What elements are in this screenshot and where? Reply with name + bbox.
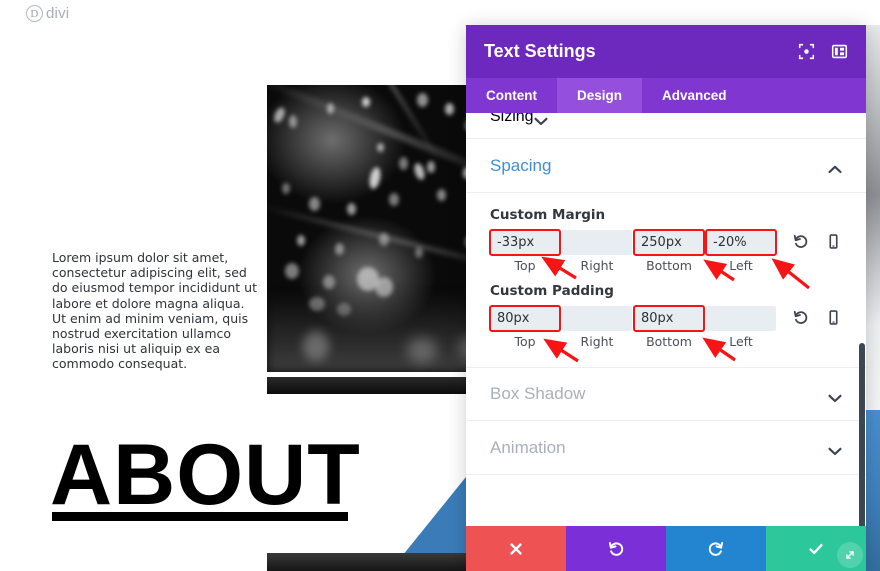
divi-logo-text: divi xyxy=(46,5,70,22)
right-edge-photo xyxy=(866,25,880,410)
section-animation-label: Animation xyxy=(490,437,566,457)
section-spacing-label: Spacing xyxy=(490,155,552,175)
chevron-down-icon xyxy=(534,113,548,125)
margin-bottom-sublabel: Bottom xyxy=(646,258,692,273)
padding-mobile-icon[interactable] xyxy=(825,309,842,326)
margin-bottom-cell: 250px Bottom xyxy=(633,229,705,273)
resize-diagonal-icon xyxy=(846,551,854,559)
hero-photo xyxy=(267,85,499,372)
section-spacing-header[interactable]: Spacing xyxy=(466,139,866,193)
margin-tools xyxy=(792,230,842,250)
redo-button[interactable] xyxy=(666,526,766,571)
cancel-button[interactable] xyxy=(466,526,566,571)
chevron-down-icon xyxy=(828,390,842,402)
padding-bottom-sublabel: Bottom xyxy=(646,334,692,349)
margin-left-input[interactable]: -20% xyxy=(705,229,777,256)
divi-logo: D divi xyxy=(26,5,69,22)
padding-top-sublabel: Top xyxy=(514,334,536,349)
right-edge-blue xyxy=(866,410,880,571)
chevron-down-icon xyxy=(828,443,842,456)
undo-button[interactable] xyxy=(566,526,666,571)
modal-scroll-area: Sizing Spacing Custom Margin -33px Top R… xyxy=(466,113,866,526)
section-box-shadow[interactable]: Box Shadow xyxy=(466,367,866,421)
resize-handle[interactable] xyxy=(837,542,863,568)
margin-reset-icon[interactable] xyxy=(792,233,809,250)
padding-bottom-input[interactable]: 80px xyxy=(633,305,705,332)
text-settings-modal: Text Settings Content Design Advanced Si… xyxy=(466,25,866,571)
chevron-up-icon xyxy=(828,161,842,174)
redo-icon xyxy=(708,541,724,556)
padding-top-input[interactable]: 80px xyxy=(489,305,561,332)
margin-bottom-input[interactable]: 250px xyxy=(633,229,705,256)
heading-underline xyxy=(52,512,348,521)
padding-right-cell: Right xyxy=(562,306,632,349)
custom-padding-label: Custom Padding xyxy=(490,283,614,299)
padding-bottom-cell: 80px Bottom xyxy=(633,305,705,349)
undo-icon xyxy=(608,541,624,556)
margin-right-cell: Right xyxy=(562,230,632,273)
modal-title: Text Settings xyxy=(484,41,596,61)
margin-left-sublabel: Left xyxy=(729,258,753,273)
divi-logo-mark: D xyxy=(26,5,43,22)
check-icon xyxy=(809,543,823,554)
page-heading: ABOUT xyxy=(50,427,361,523)
margin-right-sublabel: Right xyxy=(580,258,614,273)
hero-photo-strip xyxy=(267,377,499,394)
padding-left-sublabel: Left xyxy=(729,334,753,349)
section-sizing-label: Sizing xyxy=(490,113,534,125)
padding-left-cell: Left xyxy=(706,306,776,349)
fullscreen-icon[interactable] xyxy=(798,43,815,60)
modal-header-icons xyxy=(798,43,848,60)
tab-design[interactable]: Design xyxy=(557,78,643,113)
margin-top-sublabel: Top xyxy=(514,258,536,273)
custom-margin-group: -33px Top Right 250px Bottom -20% Left xyxy=(489,229,842,273)
margin-top-cell: -33px Top xyxy=(489,229,561,273)
padding-tools xyxy=(792,306,842,326)
close-icon xyxy=(510,542,522,555)
modal-footer xyxy=(466,526,866,571)
padding-top-cell: 80px Top xyxy=(489,305,561,349)
tab-advanced[interactable]: Advanced xyxy=(642,78,747,113)
tab-content[interactable]: Content xyxy=(466,78,557,113)
spacing-body: Custom Margin -33px Top Right 250px Bott… xyxy=(466,193,866,367)
section-box-shadow-label: Box Shadow xyxy=(490,384,586,403)
padding-right-input[interactable] xyxy=(562,306,632,331)
layout-columns-icon[interactable] xyxy=(831,43,848,60)
margin-right-input[interactable] xyxy=(562,230,632,255)
margin-top-input[interactable]: -33px xyxy=(489,229,561,256)
margin-mobile-icon[interactable] xyxy=(825,233,842,250)
modal-scrollbar[interactable] xyxy=(859,343,865,526)
padding-reset-icon[interactable] xyxy=(792,309,809,326)
section-animation[interactable]: Animation xyxy=(466,421,866,475)
padding-right-sublabel: Right xyxy=(580,334,614,349)
custom-margin-label: Custom Margin xyxy=(490,207,606,223)
custom-padding-group: 80px Top Right 80px Bottom Left xyxy=(489,305,842,349)
modal-header: Text Settings xyxy=(466,25,866,78)
modal-tabbar: Content Design Advanced xyxy=(466,78,866,113)
body-paragraph: Lorem ipsum dolor sit amet, consectetur … xyxy=(52,250,257,372)
section-sizing[interactable]: Sizing xyxy=(466,113,866,139)
padding-left-input[interactable] xyxy=(706,306,776,331)
margin-left-cell: -20% Left xyxy=(705,229,777,273)
